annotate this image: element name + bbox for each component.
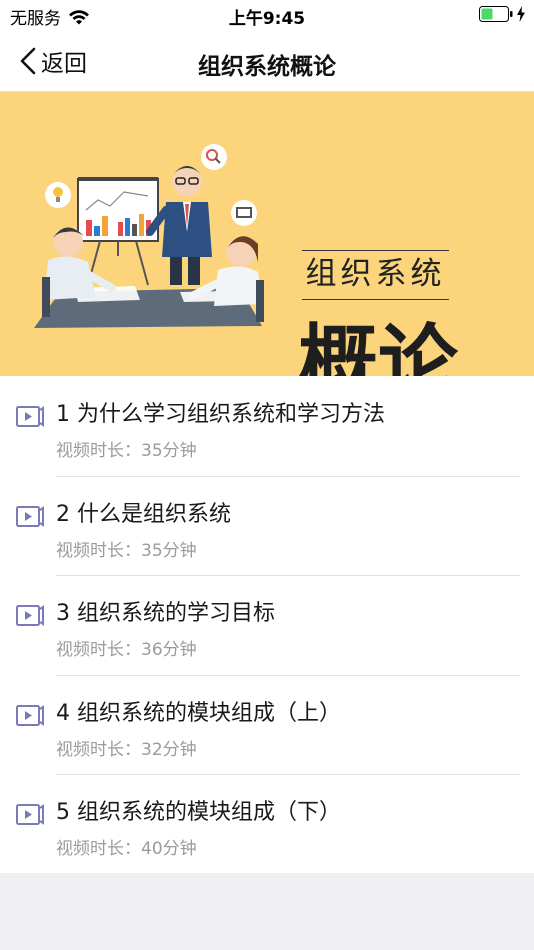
page-title: 组织系统概论	[198, 54, 336, 80]
video-play-icon	[16, 406, 44, 427]
lesson-duration: 视频时长：35分钟	[56, 441, 197, 461]
magnifier-bubble	[201, 144, 227, 170]
lesson-duration: 视频时长：40分钟	[56, 839, 197, 859]
status-time: 上午9:45	[228, 9, 306, 29]
lesson-item[interactable]: 4 组织系统的模块组成（上） 视频时长：32分钟	[0, 674, 534, 775]
video-play-icon	[16, 605, 44, 626]
lesson-duration: 视频时长：32分钟	[56, 739, 197, 760]
navigation-bar: 返回 组织系统概论	[0, 30, 534, 92]
video-play-icon	[16, 505, 44, 527]
status-bar: 无服务 上午9:45	[0, 0, 534, 30]
lesson-title: 1 为什么学习组织系统和学习方法	[56, 402, 385, 427]
lesson-item[interactable]: 1 为什么学习组织系统和学习方法 视频时长：35分钟	[0, 376, 534, 476]
lesson-item[interactable]: 2 什么是组织系统 视频时长：35分钟	[0, 475, 534, 576]
lesson-title: 2 什么是组织系统	[56, 501, 231, 527]
lesson-item[interactable]: 3 组织系统的学习目标 视频时长：36分钟	[0, 575, 534, 675]
video-play-icon	[16, 704, 44, 726]
banner-subtitle: 组织系统	[302, 250, 449, 300]
battery-icon	[479, 6, 513, 22]
lesson-duration: 视频时长：35分钟	[56, 540, 197, 561]
lesson-duration: 视频时长：36分钟	[56, 640, 197, 660]
lesson-title: 5 组织系统的模块组成（下）	[56, 800, 341, 825]
course-banner: 组织系统 概论	[0, 92, 534, 409]
charging-bolt-icon	[517, 6, 525, 22]
lesson-item[interactable]: 5 组织系统的模块组成（下） 视频时长：40分钟	[0, 774, 534, 874]
lesson-title: 3 组织系统的学习目标	[56, 601, 275, 626]
video-play-icon	[16, 804, 44, 825]
status-right	[479, 6, 526, 22]
lesson-title: 4 组织系统的模块组成（上）	[56, 700, 341, 726]
lesson-list: 1 为什么学习组织系统和学习方法 视频时长：35分钟 2 什么是组织系统 视频时…	[0, 376, 534, 873]
